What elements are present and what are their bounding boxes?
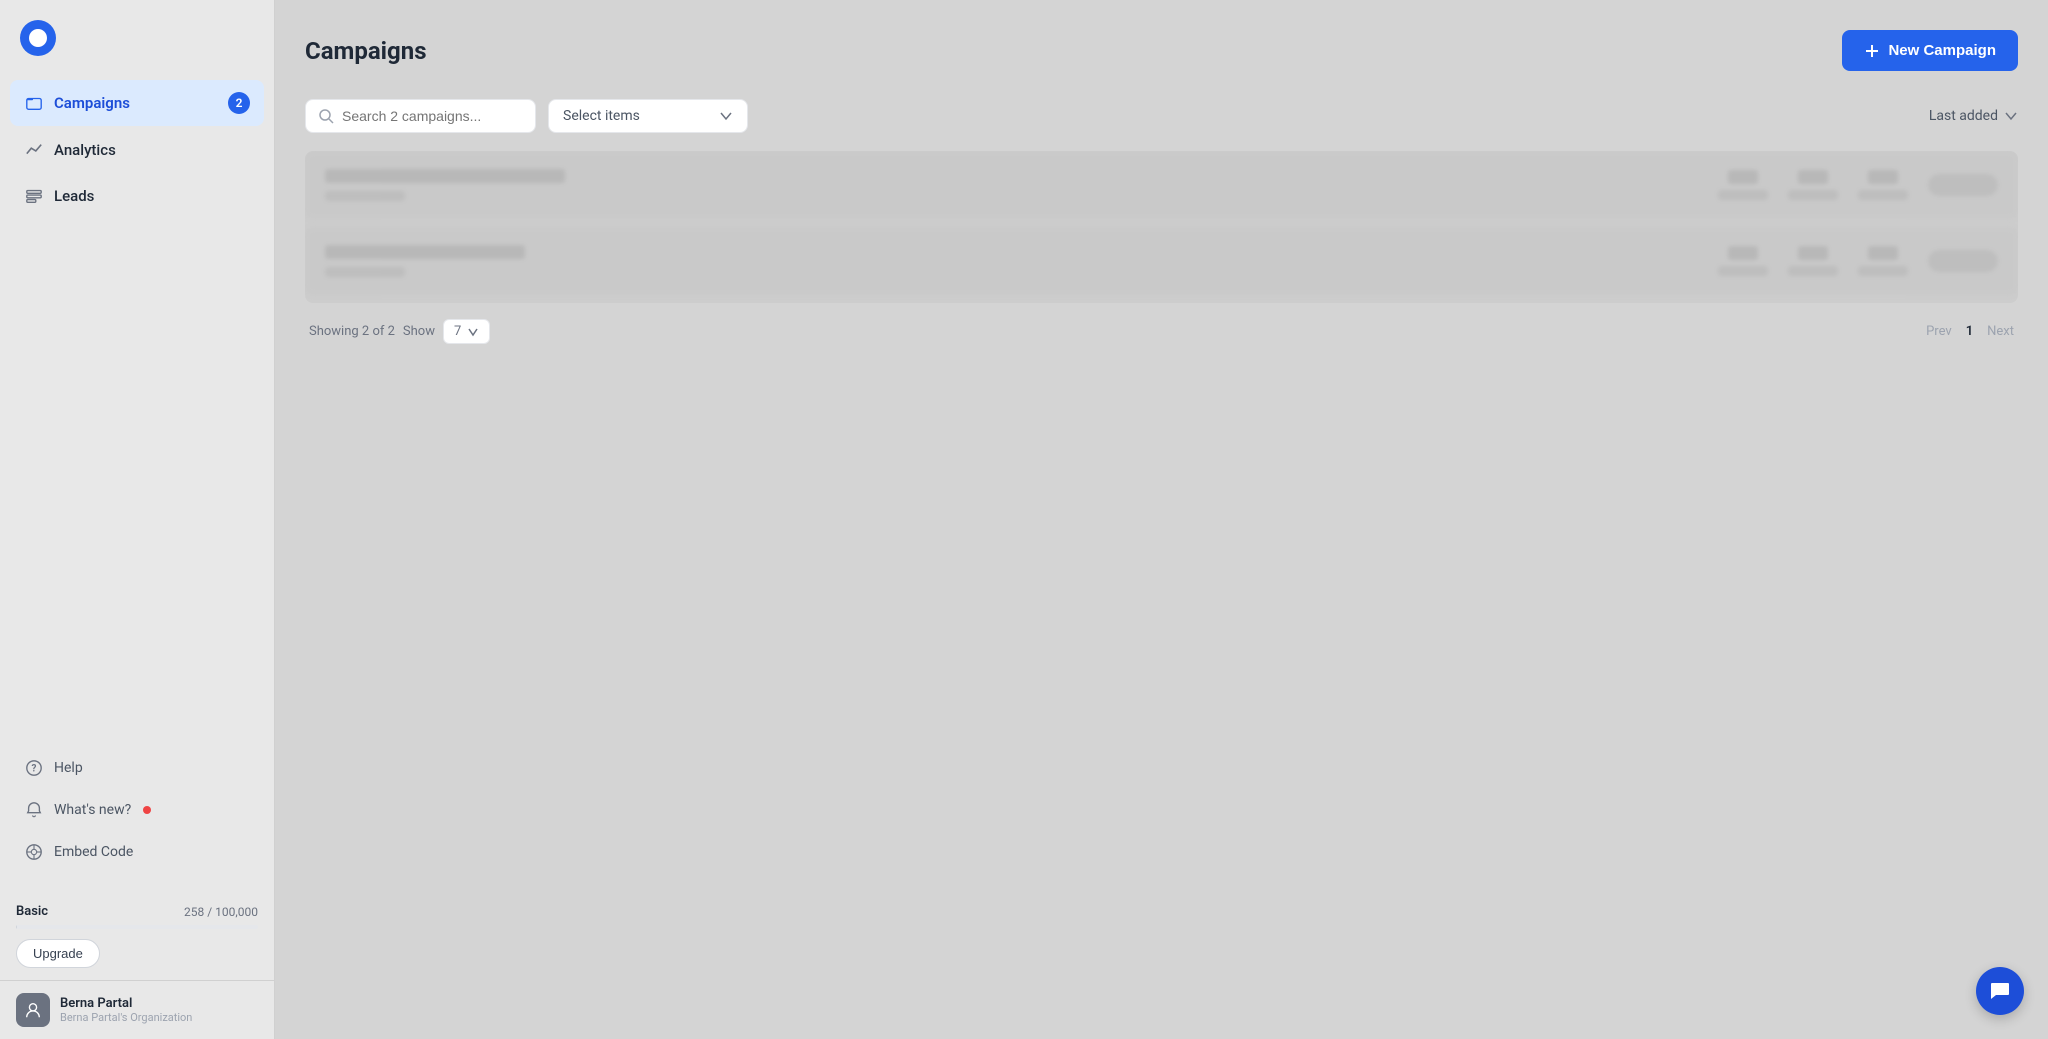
sidebar-item-embed-code-label: Embed Code [54,844,133,860]
chat-icon [1989,980,2011,1002]
campaign-status-badge-2 [1928,250,1998,272]
user-info: Berna Partal Berna Partal's Organization [60,996,192,1024]
current-page[interactable]: 1 [1966,324,1973,339]
chat-widget[interactable] [1976,967,2024,1015]
campaign-title-block-2 [325,245,1698,277]
campaign-card-2[interactable] [305,227,2018,295]
user-section[interactable]: Berna Partal Berna Partal's Organization [0,980,274,1039]
main-content: Campaigns New Campaign Select items Last [275,0,2048,1039]
user-name: Berna Partal [60,996,192,1011]
page-title: Campaigns [305,37,427,65]
bell-icon [24,800,44,820]
campaign-card-1[interactable] [305,151,2018,219]
sort-label: Last added [1929,108,1998,124]
search-icon [318,108,334,124]
show-label: Show [403,324,435,339]
pagination-bar: Showing 2 of 2 Show 7 Prev 1 Next [305,303,2018,360]
show-chevron-icon [467,326,479,338]
upgrade-button[interactable]: Upgrade [16,939,100,968]
campaign-stat-2b [1788,246,1838,276]
toolbar: Select items Last added [305,99,2018,133]
campaign-stat-2a [1718,246,1768,276]
notification-dot [143,806,151,814]
sidebar-item-leads[interactable]: Leads [10,174,264,218]
folder-icon [24,93,44,113]
prev-page-button[interactable]: Prev [1926,324,1952,339]
sidebar-item-whats-new[interactable]: What's new? [10,790,264,830]
search-box[interactable] [305,99,536,133]
chevron-down-icon [719,109,733,123]
sidebar: Campaigns 2 Analytics Leads [0,0,275,1039]
sidebar-bottom: ? Help What's new? [0,738,274,894]
showing-text: Showing 2 of 2 Show 7 [309,319,490,344]
user-org: Berna Partal's Organization [60,1011,192,1024]
new-campaign-button[interactable]: New Campaign [1842,30,2018,71]
campaign-status-badge-1 [1928,174,1998,196]
sidebar-item-embed-code[interactable]: Embed Code [10,832,264,872]
sidebar-item-analytics[interactable]: Analytics [10,128,264,172]
logo-area[interactable] [0,0,274,80]
leads-icon [24,186,44,206]
sidebar-item-campaigns[interactable]: Campaigns 2 [10,80,264,126]
next-page-button[interactable]: Next [1987,324,2014,339]
sidebar-nav: Campaigns 2 Analytics Leads [0,80,274,738]
show-value: 7 [454,324,461,339]
campaigns-list [305,151,2018,303]
page-header: Campaigns New Campaign [305,30,2018,71]
embed-icon [24,842,44,862]
sidebar-item-leads-label: Leads [54,187,250,205]
show-per-page-select[interactable]: 7 [443,319,490,344]
select-items-label: Select items [563,108,711,124]
campaigns-badge: 2 [228,92,250,114]
campaign-title-block-1 [325,169,1698,201]
sidebar-item-campaigns-label: Campaigns [54,94,218,112]
search-input[interactable] [342,108,523,124]
campaign-stat-2c [1858,246,1908,276]
plus-icon [1864,43,1880,59]
plan-progress-fill [16,925,17,929]
help-icon: ? [24,758,44,778]
sidebar-item-help-label: Help [54,760,83,776]
sort-dropdown[interactable]: Last added [1929,108,2018,124]
select-items-dropdown[interactable]: Select items [548,99,748,133]
sort-chevron-icon [2004,109,2018,123]
plan-name: Basic [16,904,48,919]
plan-section: Basic 258 / 100,000 Upgrade [0,894,274,980]
sidebar-item-whats-new-label: What's new? [54,802,131,818]
campaign-stat-1a [1718,170,1768,200]
sidebar-item-analytics-label: Analytics [54,141,250,159]
app-logo [20,20,56,56]
campaign-stat-1c [1858,170,1908,200]
showing-count: Showing 2 of 2 [309,324,395,339]
plan-usage: 258 / 100,000 [184,905,258,919]
sidebar-item-help[interactable]: ? Help [10,748,264,788]
campaign-stat-1b [1788,170,1838,200]
analytics-icon [24,140,44,160]
plan-progress-bar [16,925,258,929]
avatar [16,993,50,1027]
page-nav: Prev 1 Next [1926,324,2014,339]
svg-text:?: ? [32,764,37,775]
